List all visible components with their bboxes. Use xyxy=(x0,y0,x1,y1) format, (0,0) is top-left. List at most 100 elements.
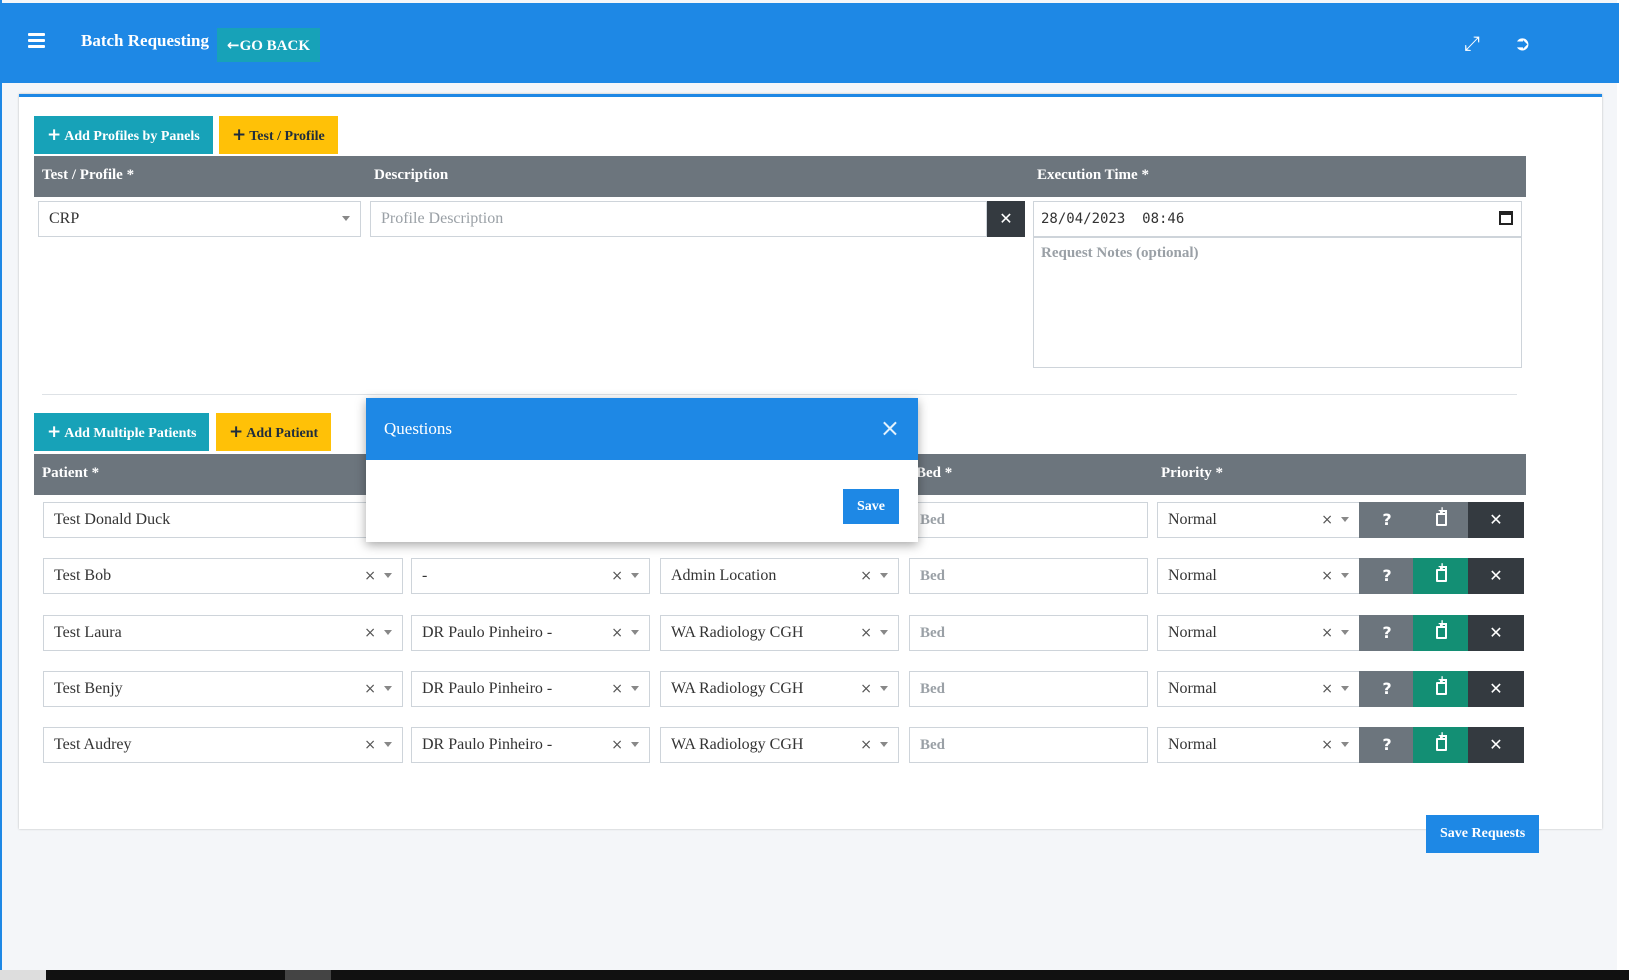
request-form-button[interactable] xyxy=(1413,671,1469,707)
clear-icon[interactable]: × xyxy=(1321,503,1333,537)
request-notes-textarea[interactable]: Request Notes (optional) xyxy=(1033,237,1522,368)
chevron-down-icon xyxy=(384,742,392,747)
save-requests-button[interactable]: Save Requests xyxy=(1426,815,1540,853)
clear-icon[interactable]: × xyxy=(860,616,872,650)
priority-select[interactable]: Normal × xyxy=(1157,502,1360,538)
clear-icon[interactable]: × xyxy=(1321,559,1333,593)
chevron-down-icon xyxy=(1341,517,1349,522)
bed-input[interactable]: Bed xyxy=(909,502,1148,538)
section-divider xyxy=(42,394,1517,395)
remove-row-button[interactable]: ✕ xyxy=(1468,727,1524,763)
chevron-down-icon xyxy=(384,630,392,635)
clear-icon[interactable]: × xyxy=(1321,672,1333,706)
clear-icon[interactable]: × xyxy=(860,559,872,593)
chevron-down-icon xyxy=(880,686,888,691)
questions-button[interactable]: ? xyxy=(1359,502,1415,538)
clear-icon[interactable]: × xyxy=(364,672,376,706)
clear-icon[interactable]: × xyxy=(611,559,623,593)
remove-row-button[interactable]: ✕ xyxy=(1468,558,1524,594)
request-form-button[interactable] xyxy=(1413,502,1469,538)
doctor-select[interactable]: DR Paulo Pinheiro - × xyxy=(411,727,650,763)
chevron-down-icon xyxy=(631,630,639,635)
sign-out-icon[interactable]: ➲ xyxy=(1514,33,1531,53)
plus-icon: + xyxy=(47,422,62,442)
clipboard-plus-icon xyxy=(1435,505,1447,526)
request-form-button[interactable] xyxy=(1413,727,1469,763)
doctor-select[interactable]: - × xyxy=(411,558,650,594)
clear-icon[interactable]: × xyxy=(364,559,376,593)
clipboard-plus-icon xyxy=(1435,561,1447,582)
chevron-down-icon xyxy=(1341,742,1349,747)
chevron-down-icon xyxy=(384,573,392,578)
modal-title: Questions xyxy=(384,419,452,438)
test-profile-select[interactable]: CRP xyxy=(38,201,361,237)
column-patient: Patient * xyxy=(42,465,100,481)
questions-button[interactable]: ? xyxy=(1359,727,1415,763)
add-profiles-by-panels-button[interactable]: + Add Profiles by Panels xyxy=(34,116,213,154)
column-test-profile: Test / Profile * xyxy=(42,167,135,183)
plus-icon: + xyxy=(232,125,247,145)
request-form-button[interactable] xyxy=(1413,558,1469,594)
patient-select[interactable]: Test Benjy × xyxy=(43,671,403,707)
remove-row-button[interactable]: ✕ xyxy=(1468,502,1524,538)
clear-icon[interactable]: × xyxy=(364,616,376,650)
clear-description-button[interactable]: ✕ xyxy=(987,201,1025,237)
priority-select[interactable]: Normal × xyxy=(1157,727,1360,763)
column-description: Description xyxy=(374,167,449,183)
questions-button[interactable]: ? xyxy=(1359,671,1415,707)
priority-select[interactable]: Normal × xyxy=(1157,558,1360,594)
clear-icon[interactable]: × xyxy=(611,728,623,762)
execution-time-input[interactable]: 28/04/2023 08:46 xyxy=(1033,201,1522,237)
doctor-select[interactable]: DR Paulo Pinheiro - × xyxy=(411,615,650,651)
profile-description-input[interactable]: Profile Description xyxy=(370,201,987,237)
location-select[interactable]: WA Radiology CGH × xyxy=(660,671,899,707)
os-taskbar xyxy=(0,970,1629,980)
page-title: Batch Requesting xyxy=(81,31,209,50)
clear-icon[interactable]: × xyxy=(860,728,872,762)
calendar-icon[interactable] xyxy=(1499,211,1513,225)
arrow-left-icon: ← xyxy=(227,36,240,54)
bed-input[interactable]: Bed xyxy=(909,727,1148,763)
patient-select[interactable]: Test Bob × xyxy=(43,558,403,594)
questions-modal: Questions × Save xyxy=(366,398,918,542)
patient-select[interactable]: Test Laura × xyxy=(43,615,403,651)
add-patient-button[interactable]: + Add Patient xyxy=(216,413,332,451)
clear-icon[interactable]: × xyxy=(1321,616,1333,650)
clear-icon[interactable]: × xyxy=(364,728,376,762)
chevron-down-icon xyxy=(880,742,888,747)
clipboard-plus-icon xyxy=(1435,618,1447,639)
location-select[interactable]: Admin Location × xyxy=(660,558,899,594)
app-viewport: Batch Requesting ←GO BACK ⤢ ➲ + Add Profi… xyxy=(0,0,1619,970)
location-select[interactable]: WA Radiology CGH × xyxy=(660,727,899,763)
modal-save-button[interactable]: Save xyxy=(843,489,899,524)
clipboard-plus-icon xyxy=(1435,730,1447,751)
bed-input[interactable]: Bed xyxy=(909,558,1148,594)
menu-icon[interactable] xyxy=(28,33,45,48)
bed-input[interactable]: Bed xyxy=(909,615,1148,651)
close-icon[interactable]: × xyxy=(880,416,900,440)
taskbar-start[interactable] xyxy=(0,970,46,980)
chevron-down-icon xyxy=(631,686,639,691)
clear-icon[interactable]: × xyxy=(611,616,623,650)
request-form-button[interactable] xyxy=(1413,615,1469,651)
questions-button[interactable]: ? xyxy=(1359,615,1415,651)
go-back-button[interactable]: ←GO BACK xyxy=(217,28,321,62)
clear-icon[interactable]: × xyxy=(860,672,872,706)
priority-select[interactable]: Normal × xyxy=(1157,671,1360,707)
remove-row-button[interactable]: ✕ xyxy=(1468,615,1524,651)
location-select[interactable]: WA Radiology CGH × xyxy=(660,615,899,651)
doctor-select[interactable]: DR Paulo Pinheiro - × xyxy=(411,671,650,707)
clear-icon[interactable]: × xyxy=(1321,728,1333,762)
patient-select[interactable]: Test Audrey × xyxy=(43,727,403,763)
expand-icon[interactable]: ⤢ xyxy=(1464,33,1480,53)
priority-select[interactable]: Normal × xyxy=(1157,615,1360,651)
clear-icon[interactable]: × xyxy=(611,672,623,706)
add-multiple-patients-button[interactable]: + Add Multiple Patients xyxy=(34,413,210,451)
taskbar-app[interactable] xyxy=(285,970,331,980)
add-test-profile-button[interactable]: + Test / Profile xyxy=(219,116,338,154)
chevron-down-icon xyxy=(1341,573,1349,578)
questions-button[interactable]: ? xyxy=(1359,558,1415,594)
bed-input[interactable]: Bed xyxy=(909,671,1148,707)
patient-select[interactable]: Test Donald Duck xyxy=(43,502,403,538)
remove-row-button[interactable]: ✕ xyxy=(1468,671,1524,707)
